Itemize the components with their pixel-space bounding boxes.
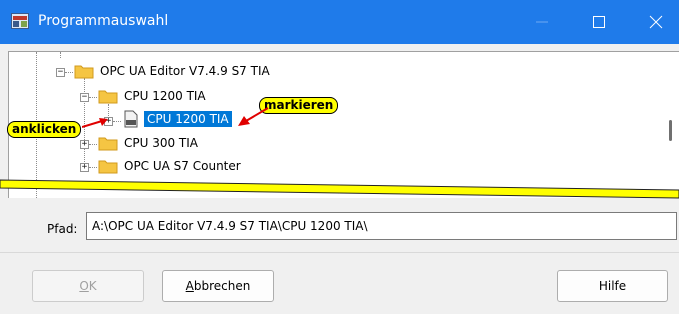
maximize-icon [593,16,605,28]
tree-node-label[interactable]: CPU 300 TIA [124,136,198,150]
collapse-toggle[interactable]: − [80,93,89,102]
window-title: Programmauswahl [38,13,169,29]
expand-toggle[interactable]: + [80,163,89,172]
close-icon [649,15,663,29]
tree-connector [89,144,97,145]
path-field[interactable]: A:\OPC UA Editor V7.4.9 S7 TIA\CPU 1200 … [86,212,677,240]
maximize-button[interactable] [576,0,622,44]
cancel-mnemonic: A [185,279,194,293]
arrow-icon [82,118,108,128]
cut-mark-highlight [0,179,679,199]
cancel-label-rest: bbrechen [193,279,251,293]
minimize-icon [536,21,548,23]
close-button[interactable] [633,0,679,44]
tree-connector [89,167,97,168]
tree-connector [89,97,97,98]
tree-node-label[interactable]: OPC UA Editor V7.4.9 S7 TIA [100,64,270,78]
title-bar: Programmauswahl [0,0,679,44]
tree-connector [65,72,73,73]
cancel-button[interactable]: Abbrechen [162,270,274,302]
scrollbar-thumb[interactable] [669,120,672,141]
collapse-toggle[interactable]: − [56,68,65,77]
app-icon [11,13,29,29]
annotation-click: anklicken [7,121,82,138]
ok-button[interactable]: OK [32,270,144,302]
expand-toggle[interactable]: + [80,140,89,149]
footer-divider [0,252,679,253]
tree-node-label[interactable]: CPU 1200 TIA [124,89,206,103]
pdf-document-icon [124,110,138,128]
path-label: Pfad: [47,222,78,236]
folder-icon [98,137,118,151]
ok-label-rest: K [88,279,97,293]
folder-icon [98,160,118,174]
tree-connector [60,52,61,58]
tree-node-label[interactable]: OPC UA S7 Counter [124,159,241,173]
folder-icon [74,65,94,79]
tree-connector [113,121,121,122]
arrow-icon [238,107,269,126]
help-button[interactable]: Hilfe [557,270,668,302]
tree-node-label[interactable]: CPU 1200 TIA [144,111,232,127]
folder-icon [98,90,118,104]
minimize-button[interactable] [519,0,565,44]
ok-mnemonic: O [79,279,89,293]
